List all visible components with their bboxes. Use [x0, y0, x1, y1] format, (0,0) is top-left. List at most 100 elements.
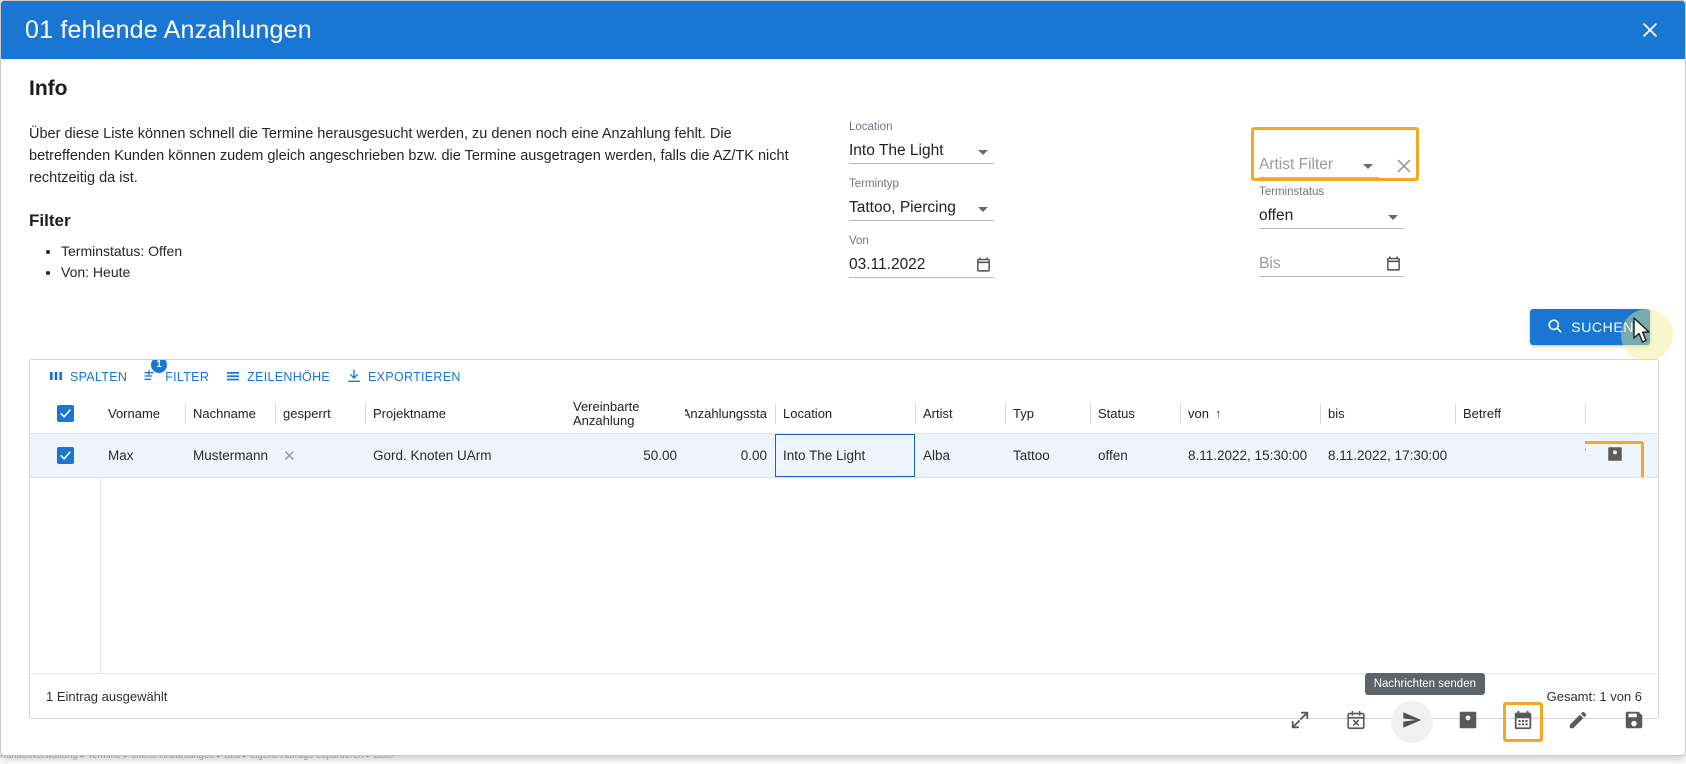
artist-filter-value: Artist Filter — [1259, 156, 1334, 173]
artist-filter[interactable]: Artist Filter — [1259, 135, 1411, 178]
columns-button-label: SPALTEN — [70, 370, 128, 384]
bis-date-value: Bis — [1259, 255, 1281, 272]
column-header-anzahlungsstatus[interactable]: Anzahlungssta — [685, 394, 775, 433]
terminstatus-filter[interactable]: Terminstatus offen — [1259, 186, 1404, 229]
cancel-appointment-button[interactable] — [1335, 701, 1377, 743]
page-title: 01 fehlende Anzahlungen — [25, 15, 312, 44]
columns-icon — [48, 368, 64, 387]
save-button[interactable] — [1613, 701, 1655, 743]
von-date-value: 03.11.2022 — [849, 256, 926, 273]
column-header-typ[interactable]: Typ — [1005, 394, 1090, 433]
dialog-window: 01 fehlende Anzahlungen Info Über diese … — [0, 0, 1686, 756]
filter-button-label: FILTER — [165, 370, 210, 384]
column-header-vereinbarte-anzahlung-label: Vereinbarte Anzahlung — [573, 398, 640, 428]
filter-fields: Location Into The Light Termintyp Tattoo… — [1, 59, 1685, 289]
row-height-button-label: ZEILENHÖHE — [247, 370, 331, 384]
column-header-artist[interactable]: Artist — [915, 394, 1005, 433]
column-header-vereinbarte-anzahlung[interactable]: Vereinbarte Anzahlung — [565, 394, 685, 433]
calendar-cancel-icon — [1345, 709, 1367, 736]
columns-button[interactable]: SPALTEN — [40, 364, 135, 391]
cell-betreff[interactable] — [1455, 434, 1585, 477]
chevron-down-icon[interactable] — [978, 150, 988, 155]
calendar-icon[interactable] — [975, 256, 992, 273]
cell-gesperrt[interactable]: ✕ — [275, 434, 365, 477]
cell-projektname[interactable]: Gord. Knoten UArm — [365, 434, 565, 477]
cell-location[interactable]: Into The Light — [775, 434, 915, 477]
column-header-status[interactable]: Status — [1090, 394, 1180, 433]
column-header-von-label: von — [1188, 406, 1209, 421]
column-header-nachname[interactable]: Nachname — [185, 394, 275, 433]
bottom-action-bar — [1279, 701, 1655, 743]
cell-von[interactable]: 8.11.2022, 15:30:00 — [1180, 434, 1320, 477]
table-header-row: Vorname Nachname gesperrt Projektname Ve… — [30, 394, 1658, 434]
cell-nachname[interactable]: Mustermann — [185, 434, 275, 477]
grid-empty-area — [30, 478, 1658, 674]
row-select-checkbox[interactable] — [56, 447, 74, 464]
cell-row-actions — [1585, 434, 1658, 477]
row-action-group — [1585, 445, 1638, 466]
search-button-label: SUCHEN — [1571, 319, 1634, 335]
column-header-von[interactable]: von ↑ — [1180, 394, 1320, 433]
cell-anzahlungsstatus[interactable]: 0.00 — [685, 434, 775, 477]
terminstatus-filter-value: offen — [1259, 207, 1294, 224]
export-button[interactable]: EXPORTIEREN — [338, 364, 469, 391]
search-icon — [1546, 317, 1563, 337]
column-header-vorname[interactable]: Vorname — [100, 394, 185, 433]
calendar-icon[interactable] — [1385, 255, 1402, 272]
chevron-down-icon[interactable] — [978, 207, 988, 212]
select-all-checkbox[interactable] — [56, 405, 74, 422]
calendar-icon — [1512, 709, 1534, 736]
calendar-button[interactable] — [1503, 702, 1543, 742]
von-date-filter[interactable]: Von 03.11.2022 — [849, 235, 994, 278]
contact-button[interactable] — [1447, 701, 1489, 743]
row-height-button[interactable]: ZEILENHÖHE — [217, 364, 338, 391]
table-row[interactable]: Max Mustermann ✕ Gord. Knoten UArm 50.00… — [30, 434, 1658, 478]
column-header-location[interactable]: Location — [775, 394, 915, 433]
cell-vereinbarte-anzahlung[interactable]: 50.00 — [565, 434, 685, 477]
cell-bis[interactable]: 8.11.2022, 17:30:00 — [1320, 434, 1455, 477]
select-all-checkbox-cell[interactable] — [30, 394, 100, 433]
edit-icon[interactable] — [1585, 445, 1588, 466]
cell-artist[interactable]: Alba — [915, 434, 1005, 477]
filter-count-badge: 1 — [151, 360, 168, 373]
send-icon — [1401, 709, 1423, 736]
location-filter-label: Location — [849, 121, 893, 133]
cell-typ[interactable]: Tattoo — [1005, 434, 1090, 477]
cell-status[interactable]: offen — [1090, 434, 1180, 477]
expand-button[interactable] — [1279, 701, 1321, 743]
cell-vorname[interactable]: Max — [100, 434, 185, 477]
terminstatus-filter-label: Terminstatus — [1259, 186, 1325, 198]
edit-button[interactable] — [1557, 701, 1599, 743]
termintyp-filter-label: Termintyp — [849, 178, 899, 190]
row-select-checkbox-cell[interactable] — [30, 434, 100, 477]
dialog-body: Info Über diese Liste können schnell die… — [1, 59, 1685, 755]
save-icon — [1623, 709, 1645, 736]
column-header-gesperrt[interactable]: gesperrt — [275, 394, 365, 433]
location-filter-value: Into The Light — [849, 142, 944, 159]
expand-icon — [1289, 709, 1311, 736]
grid-toolbar: SPALTEN 1 FILTER ZEILENHÖHE EXPORTIEREN — [30, 360, 1658, 394]
edit-icon — [1567, 709, 1589, 736]
close-icon[interactable] — [1633, 13, 1667, 47]
chevron-down-icon[interactable] — [1363, 164, 1373, 169]
download-icon — [346, 368, 362, 387]
contact-card-icon[interactable] — [1606, 445, 1624, 466]
dialog-titlebar: 01 fehlende Anzahlungen — [1, 1, 1685, 59]
send-messages-button[interactable] — [1391, 701, 1433, 743]
selection-count-label: 1 Eintrag ausgewählt — [46, 688, 168, 704]
filter-button[interactable]: 1 FILTER — [135, 360, 217, 391]
clear-artist-filter-icon[interactable] — [1393, 155, 1415, 177]
column-header-bis[interactable]: bis — [1320, 394, 1455, 433]
search-button[interactable]: SUCHEN — [1530, 309, 1650, 345]
chevron-down-icon[interactable] — [1388, 215, 1398, 220]
column-header-projektname[interactable]: Projektname — [365, 394, 565, 433]
termintyp-filter[interactable]: Termintyp Tattoo, Piercing — [849, 178, 994, 221]
bis-date-filter[interactable]: Bis — [1259, 251, 1404, 277]
export-button-label: EXPORTIEREN — [368, 370, 461, 384]
column-header-betreff[interactable]: Betreff — [1455, 394, 1585, 433]
tooltip: Nachrichten senden — [1364, 673, 1485, 695]
termintyp-filter-value: Tattoo, Piercing — [849, 199, 956, 216]
column-header-actions — [1585, 394, 1658, 433]
location-filter[interactable]: Location Into The Light — [849, 121, 994, 164]
data-grid: SPALTEN 1 FILTER ZEILENHÖHE EXPORTIEREN … — [29, 359, 1659, 719]
